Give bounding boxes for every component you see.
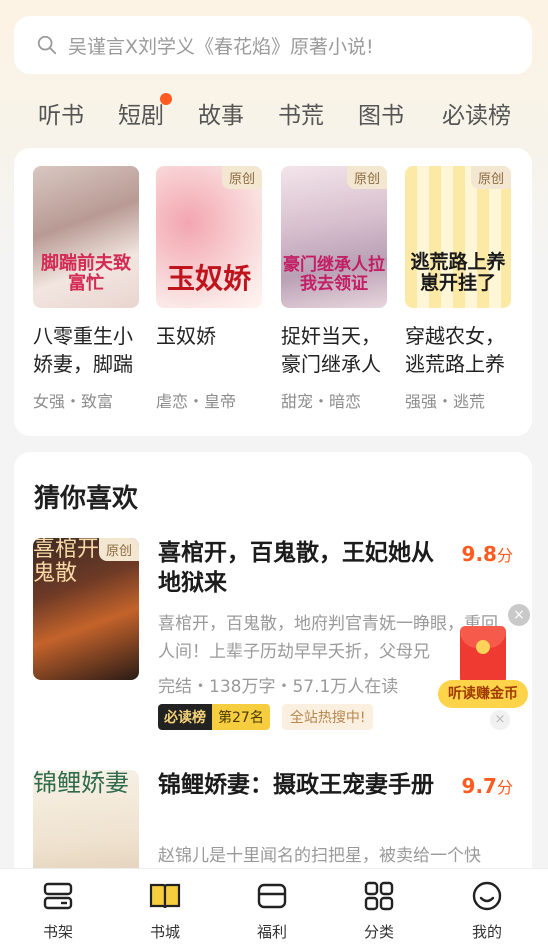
book-cover: 原创 喜棺开百鬼散	[33, 538, 139, 680]
book-cover: 原创 玉奴娇	[156, 166, 262, 308]
red-envelope-icon	[460, 626, 506, 684]
tab-listen[interactable]: 听书	[38, 96, 84, 130]
coin-icon	[476, 640, 490, 654]
wallet-icon	[257, 883, 287, 909]
nav-welfare[interactable]: 福利	[237, 879, 307, 942]
featured-books-card: 脚踹前夫致富忙 八零重生小娇妻，脚踹 女强・致富 原创 玉奴娇 玉奴娇 虐恋・皇…	[14, 148, 532, 436]
rank-position: 第27名	[212, 704, 270, 730]
book-title: 喜棺开，百鬼散，王妃她从地狱来	[158, 540, 434, 596]
nav-profile[interactable]: 我的	[452, 879, 522, 942]
featured-book[interactable]: 原创 玉奴娇 玉奴娇 虐恋・皇帝	[156, 166, 264, 412]
featured-book[interactable]: 原创 逃荒路上养崽开挂了 穿越农女，逃荒路上养 强强・逃荒	[405, 166, 513, 412]
book-meta: 完结・138万字・57.1万人在读	[158, 677, 399, 697]
section-title: 猜你喜欢	[34, 484, 139, 514]
category-tabs: 听书 短剧 故事 书荒 图书 必读榜	[0, 93, 548, 142]
original-badge: 原创	[98, 538, 139, 561]
tab-books[interactable]: 图书	[358, 96, 404, 130]
book-title: 锦鲤娇妻：摄政王宠妻手册	[158, 772, 434, 798]
featured-book[interactable]: 原创 豪门继承人拉我去领证 捉奸当天，豪门继承人 甜宠・暗恋	[281, 166, 389, 412]
book-score: 9.8分	[461, 542, 513, 566]
book-cover: 原创 逃荒路上养崽开挂了	[405, 166, 511, 308]
smile-icon	[472, 881, 502, 911]
book-tags: 必读榜 第27名 全站热搜中!	[158, 704, 374, 730]
rank-label: 必读榜	[158, 704, 212, 730]
grid-icon	[364, 881, 394, 911]
original-badge: 原创	[221, 166, 262, 189]
hot-badge: 全站热搜中!	[281, 704, 374, 730]
tab-book-shortage[interactable]: 书荒	[278, 96, 324, 130]
list-item[interactable]: 锦鲤娇妻 锦鲤娇妻：摄政王宠妻手册 9.7分 赵锦儿是十里闻名的扫把星，被卖给一…	[33, 770, 513, 882]
open-book-icon	[149, 883, 181, 909]
tab-short-drama[interactable]: 短剧	[118, 93, 172, 130]
new-dot-badge	[160, 93, 172, 105]
featured-book[interactable]: 脚踹前夫致富忙 八零重生小娇妻，脚踹 女强・致富	[33, 166, 141, 412]
search-icon	[37, 35, 57, 55]
bookshelf-icon	[43, 882, 73, 910]
listen-earn-widget[interactable]: × 听读赚金币 ×	[438, 604, 534, 730]
original-badge: 原创	[470, 166, 511, 189]
search-bar[interactable]: 吴谨言X刘学义《春花焰》原著小说!	[14, 16, 532, 74]
tab-stories[interactable]: 故事	[198, 96, 244, 130]
tab-must-read[interactable]: 必读榜	[442, 96, 511, 130]
search-placeholder: 吴谨言X刘学义《春花焰》原著小说!	[68, 35, 374, 58]
dismiss-icon[interactable]: ×	[490, 710, 510, 730]
bottom-nav: 书架 书城 福利 分类 我的	[0, 868, 548, 950]
book-cover: 锦鲤娇妻	[33, 770, 139, 882]
book-cover: 脚踹前夫致富忙	[33, 166, 139, 308]
nav-bookstore[interactable]: 书城	[130, 879, 200, 942]
book-cover: 原创 豪门继承人拉我去领证	[281, 166, 387, 308]
original-badge: 原创	[346, 166, 387, 189]
nav-category[interactable]: 分类	[344, 879, 414, 942]
nav-bookshelf[interactable]: 书架	[23, 879, 93, 942]
listen-earn-button[interactable]: 听读赚金币	[438, 680, 528, 708]
book-score: 9.7分	[461, 774, 513, 798]
close-icon[interactable]: ×	[508, 604, 530, 626]
